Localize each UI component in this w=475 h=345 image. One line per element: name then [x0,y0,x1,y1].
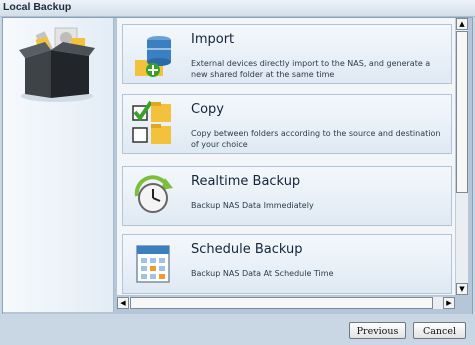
option-title: Import [191,32,235,47]
option-import[interactable]: Import External devices directly import … [122,24,452,84]
option-title: Realtime Backup [191,174,301,189]
option-realtime-backup[interactable]: Realtime Backup Backup NAS Data Immediat… [122,166,452,226]
cancel-button[interactable]: Cancel [413,322,466,339]
options-list: Import External devices directly import … [117,18,456,295]
scroll-right-button[interactable]: ▶ [443,297,455,309]
scroll-down-button[interactable]: ▼ [456,283,468,295]
window-title: Local Backup [3,1,72,13]
clock-sync-icon [134,175,173,213]
option-description: Copy between folders according to the so… [191,129,441,149]
scroll-up-button[interactable]: ▲ [456,18,468,30]
left-banner-panel [3,18,114,312]
backup-box-illustration [19,27,95,102]
option-title: Schedule Backup [191,242,303,257]
option-description: Backup NAS Data At Schedule Time [191,269,334,278]
database-import-icon [135,36,171,77]
window-titlebar: Local Backup [0,0,475,17]
folder-copy-icon [132,100,171,144]
option-description: Backup NAS Data Immediately [191,201,314,210]
option-schedule-backup[interactable]: Schedule Backup Backup NAS Data At Sched… [122,234,452,294]
option-copy[interactable]: Copy Copy between folders according to t… [122,94,452,154]
option-title: Copy [191,102,224,117]
scroll-left-button[interactable]: ◀ [117,297,129,309]
vertical-scrollbar[interactable]: ▲ ▼ [455,18,468,295]
option-description: External devices directly import to the … [191,59,431,79]
calendar-icon [136,245,170,283]
previous-button[interactable]: Previous [349,322,406,339]
horizontal-scrollbar[interactable]: ◀ ▶ [117,296,455,309]
horizontal-scroll-thumb[interactable] [130,297,433,309]
vertical-scroll-thumb[interactable] [456,31,468,193]
